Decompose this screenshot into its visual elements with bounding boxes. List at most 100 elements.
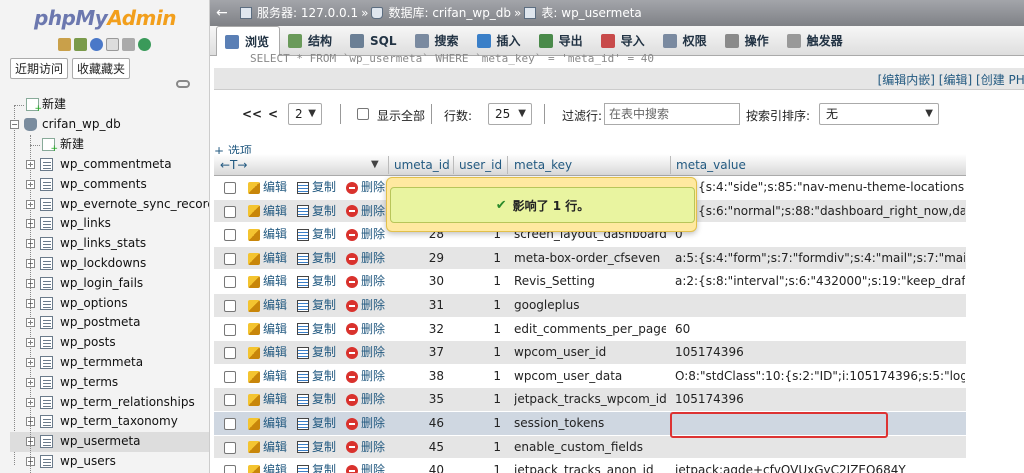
tab-operations[interactable]: 操作 [717, 26, 779, 56]
cell-user-id[interactable]: 1 [459, 412, 501, 436]
cell-user-id[interactable]: 1 [459, 341, 501, 365]
tree-table-name[interactable]: wp_commentmeta [60, 155, 172, 175]
tree-table-name[interactable]: wp_links [60, 214, 111, 234]
delete-button[interactable]: 删除 [346, 365, 385, 389]
tree-table-name[interactable]: wp_links_stats [60, 234, 146, 254]
delete-button[interactable]: 删除 [346, 459, 385, 473]
cell-meta-key[interactable]: edit_comments_per_page [514, 318, 666, 342]
cell-meta-key[interactable]: googleplus [514, 294, 666, 318]
header-user-id[interactable]: user_id [459, 154, 502, 176]
edit-button[interactable]: 编辑 [248, 176, 287, 200]
cell-meta-key[interactable]: jetpack_tracks_anon_id [514, 459, 666, 473]
reload-icon[interactable] [138, 38, 151, 51]
cell-umeta-id[interactable]: 38 [394, 365, 444, 389]
delete-button[interactable]: 删除 [346, 176, 385, 200]
first-page-button[interactable]: << [242, 107, 262, 121]
edit-button[interactable]: 编辑 [248, 223, 287, 247]
copy-button[interactable]: 复制 [297, 270, 336, 294]
row-checkbox[interactable] [224, 276, 236, 289]
tree-table-name[interactable]: wp_options [60, 294, 128, 314]
cell-user-id[interactable]: 1 [459, 270, 501, 294]
table-row[interactable]: 编辑 复制 删除 31 1 googleplus [214, 293, 966, 318]
link-icon[interactable] [176, 80, 190, 88]
table-row[interactable]: 编辑 复制 删除 40 1 jetpack_tracks_anon_id jetpack:a… [214, 459, 966, 473]
cell-meta-key[interactable]: jetpack_tracks_wpcom_id [514, 388, 666, 412]
row-checkbox[interactable] [224, 465, 236, 473]
delete-button[interactable]: 删除 [346, 388, 385, 412]
cell-meta-value[interactable]: jetpack:aqde+cfvOVUxGyC2JZEQ684Y [675, 459, 965, 473]
show-all-checkbox[interactable] [357, 108, 369, 120]
sort-select[interactable]: 无 ▼ [819, 103, 939, 125]
tree-table-item[interactable]: + wp_posts [10, 333, 209, 353]
edit-button[interactable]: 编辑 [248, 459, 287, 473]
cell-meta-key[interactable]: enable_custom_fields [514, 436, 666, 460]
row-checkbox[interactable] [224, 323, 236, 336]
delete-button[interactable]: 删除 [346, 200, 385, 224]
copy-button[interactable]: 复制 [297, 294, 336, 318]
cell-umeta-id[interactable]: 30 [394, 270, 444, 294]
cell-meta-value[interactable]: a:5:{s:4:"form";s:7:"formdiv";s:4:"mail"… [675, 247, 965, 271]
delete-button[interactable]: 删除 [346, 270, 385, 294]
cell-meta-value[interactable]: 0 [675, 223, 965, 247]
row-checkbox[interactable] [224, 370, 236, 383]
delete-button[interactable]: 删除 [346, 223, 385, 247]
row-checkbox[interactable] [224, 441, 236, 454]
sort-arrow-icon[interactable]: ▼ [371, 154, 379, 176]
edit-button[interactable]: 编辑 [248, 388, 287, 412]
delete-button[interactable]: 删除 [346, 341, 385, 365]
cell-meta-value[interactable]: O:8:"stdClass":10:{s:2:"ID";i:105174396;… [675, 365, 965, 389]
tree-table-name[interactable]: wp_terms [60, 373, 118, 393]
cell-umeta-id[interactable]: 31 [394, 294, 444, 318]
page-select[interactable]: 2 ▼ [288, 103, 322, 125]
cell-umeta-id[interactable]: 40 [394, 459, 444, 473]
header-umeta-id[interactable]: umeta_id [394, 154, 450, 176]
cell-user-id[interactable]: 1 [459, 388, 501, 412]
row-checkbox[interactable] [224, 205, 236, 218]
edit-link[interactable]: 编辑 [943, 73, 967, 87]
breadcrumb-table[interactable]: 表: wp_usermeta [541, 0, 641, 26]
back-arrow-icon[interactable]: ← [216, 0, 228, 26]
cell-user-id[interactable]: 1 [459, 459, 501, 473]
header-meta-key[interactable]: meta_key [514, 154, 572, 176]
tree-table-item[interactable]: + wp_usermeta [10, 432, 209, 452]
tree-table-item[interactable]: + wp_login_fails [10, 274, 209, 294]
delete-button[interactable]: 删除 [346, 436, 385, 460]
delete-button[interactable]: 删除 [346, 247, 385, 271]
row-checkbox[interactable] [224, 417, 236, 430]
prev-page-button[interactable]: < [268, 107, 278, 121]
cell-meta-key[interactable]: meta-box-order_cfseven [514, 247, 666, 271]
tree-table-name[interactable]: wp_postmeta [60, 313, 140, 333]
cell-meta-key[interactable]: session_tokens [514, 412, 666, 436]
row-checkbox[interactable] [224, 347, 236, 360]
cell-meta-value[interactable] [675, 294, 965, 318]
settings-icon[interactable] [122, 38, 135, 51]
copy-button[interactable]: 复制 [297, 365, 336, 389]
collapse-icon[interactable]: − [10, 120, 19, 129]
copy-button[interactable]: 复制 [297, 176, 336, 200]
new-table-link[interactable]: 新建 [60, 135, 84, 155]
table-row[interactable]: 编辑 复制 删除 37 1 wpcom_user_id 105174396 [214, 341, 966, 365]
new-database-link[interactable]: 新建 [42, 95, 66, 115]
breadcrumb-database[interactable]: 数据库: crifan_wp_db [388, 0, 511, 26]
create-php-link[interactable]: 创建 PHP [981, 73, 1024, 87]
tree-table-item[interactable]: + wp_comments [10, 175, 209, 195]
cell-meta-value[interactable]: a:2:{s:8:"interval";s:6:"432000";s:19:"k… [675, 270, 965, 294]
row-checkbox[interactable] [224, 299, 236, 312]
cell-umeta-id[interactable]: 32 [394, 318, 444, 342]
cell-meta-value[interactable]: 60 [675, 318, 965, 342]
cell-umeta-id[interactable]: 46 [394, 412, 444, 436]
home-icon[interactable] [58, 38, 71, 51]
cell-user-id[interactable]: 1 [459, 365, 501, 389]
breadcrumb-server[interactable]: 服务器: 127.0.0.1 [257, 0, 358, 26]
phpmyadmin-logo[interactable]: phpMyAdmin [34, 6, 176, 30]
edit-button[interactable]: 编辑 [248, 270, 287, 294]
tree-table-item[interactable]: + wp_links [10, 214, 209, 234]
tree-table-name[interactable]: wp_term_taxonomy [60, 412, 178, 432]
tab-triggers[interactable]: 触发器 [779, 26, 853, 56]
copy-button[interactable]: 复制 [297, 459, 336, 473]
edit-button[interactable]: 编辑 [248, 412, 287, 436]
cell-user-id[interactable]: 1 [459, 436, 501, 460]
edit-button[interactable]: 编辑 [248, 318, 287, 342]
copy-button[interactable]: 复制 [297, 388, 336, 412]
logout-icon[interactable] [74, 38, 87, 51]
